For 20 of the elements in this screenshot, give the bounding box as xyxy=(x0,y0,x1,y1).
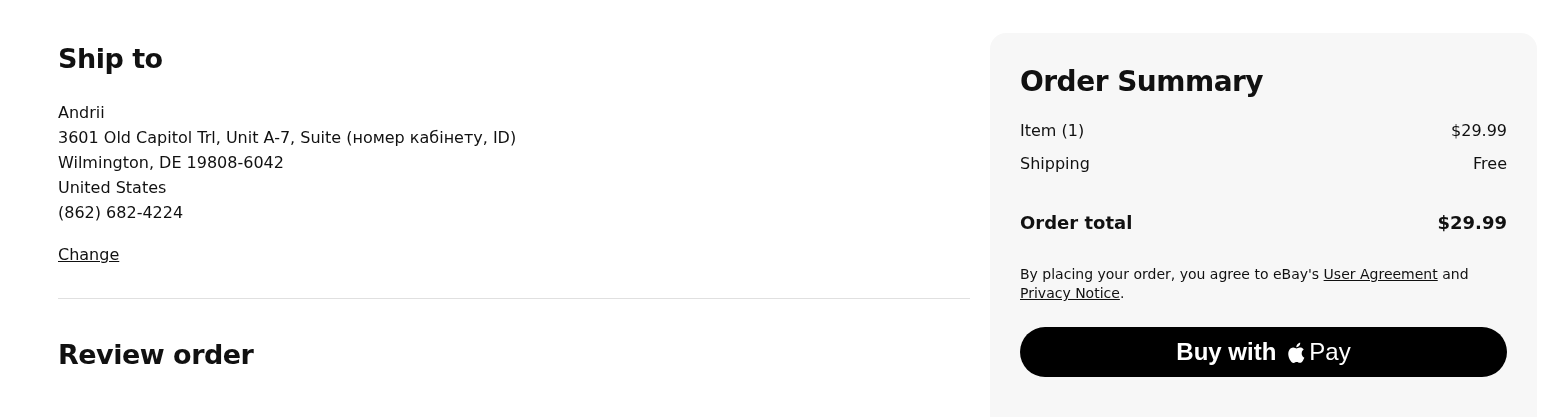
summary-label: Shipping xyxy=(1020,154,1090,173)
total-value: $29.99 xyxy=(1437,212,1507,233)
address-line: Wilmington, DE 19808-6042 xyxy=(58,152,285,174)
summary-label: Item (1) xyxy=(1020,121,1085,140)
section-heading: Ship to xyxy=(58,43,164,74)
total-label: Order total xyxy=(1020,212,1133,233)
address-line: 3601 Old Capitol Trl, Unit A-7, Suite (номер кабінету, ID) xyxy=(58,127,518,149)
address-line: Andrii xyxy=(58,102,106,124)
section-heading: Review order xyxy=(58,339,255,370)
legal-notice: By placing your order, you agree to eBay's User Agreement and Privacy Notice. xyxy=(1020,265,1470,303)
change-link[interactable]: Change xyxy=(58,245,120,264)
summary-title: Order Summary xyxy=(1020,65,1265,98)
apple-icon xyxy=(1286,340,1306,364)
legal-link[interactable]: Privacy Notice xyxy=(1020,285,1120,301)
summary-value: Free xyxy=(1473,154,1507,173)
summary-value: $29.99 xyxy=(1451,121,1507,140)
address-line: (862) 682-4224 xyxy=(58,202,185,224)
apple-pay-button[interactable]: Buy with Pay xyxy=(1020,327,1507,377)
address-line: United States xyxy=(58,177,168,199)
legal-link[interactable]: User Agreement xyxy=(1323,266,1438,282)
